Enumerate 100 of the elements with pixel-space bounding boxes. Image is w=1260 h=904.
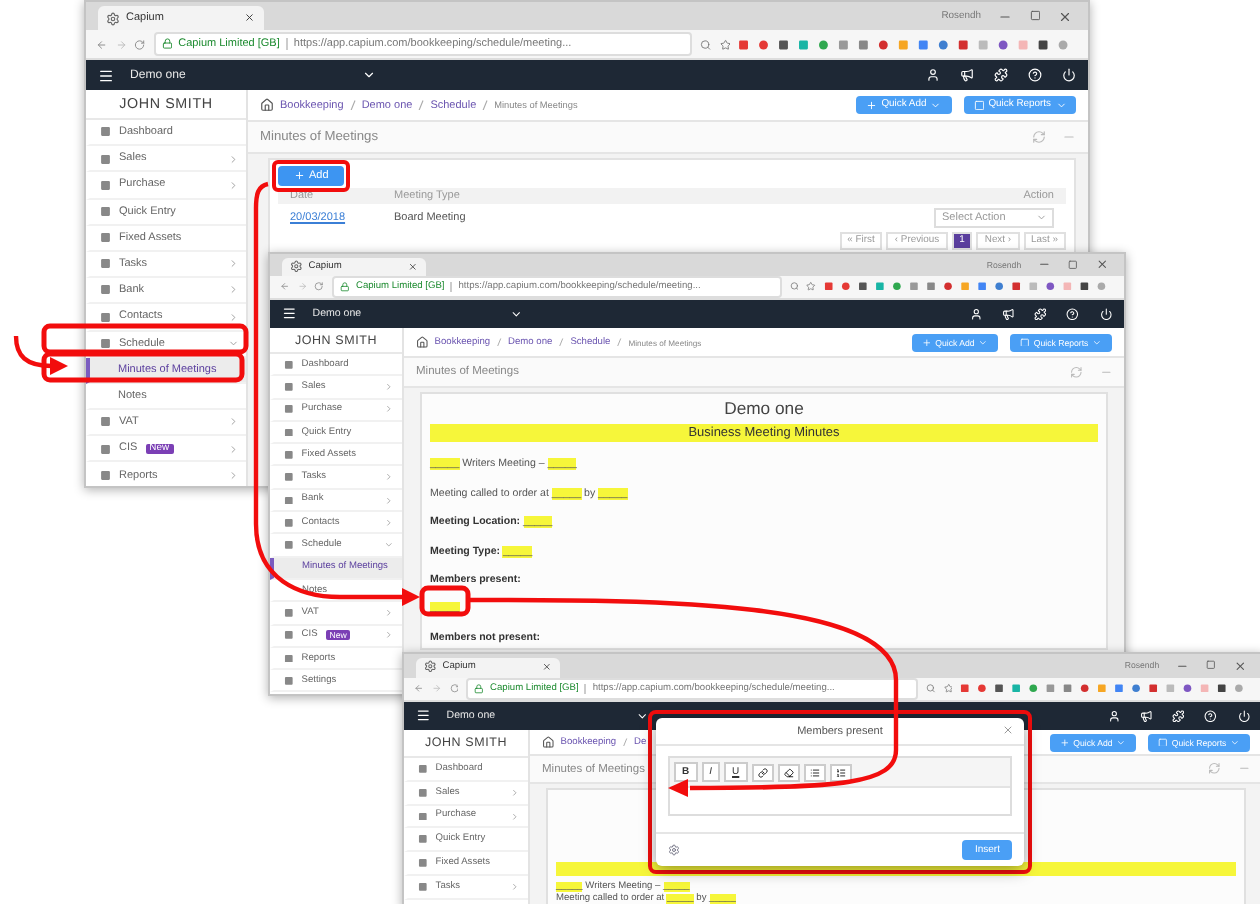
list-button[interactable] — [803, 763, 826, 781]
megaphone-icon[interactable] — [1139, 709, 1153, 723]
close-icon[interactable] — [1233, 659, 1246, 672]
maximize-icon[interactable] — [1067, 260, 1078, 270]
user-icon[interactable] — [1107, 709, 1120, 723]
square-icon — [100, 311, 111, 323]
square-icon — [418, 881, 428, 892]
square-icon — [284, 630, 294, 641]
list-icon — [809, 767, 820, 777]
maximize-icon[interactable] — [1205, 660, 1216, 671]
slash-icon — [496, 337, 503, 347]
search-icon[interactable] — [925, 682, 936, 695]
square-icon — [284, 495, 294, 505]
lock-icon — [161, 38, 173, 50]
slash-icon — [616, 337, 623, 347]
lock-icon — [340, 282, 350, 292]
maximize-icon[interactable] — [1029, 10, 1040, 22]
square-icon — [284, 382, 294, 392]
help-icon[interactable] — [1028, 68, 1042, 82]
square-icon — [1158, 737, 1168, 747]
favicon-icon — [106, 11, 120, 26]
caret-icon — [978, 337, 989, 347]
square-icon — [418, 858, 428, 868]
square-icon — [100, 469, 111, 481]
search-icon[interactable] — [700, 37, 712, 51]
square-icon — [284, 608, 294, 618]
help-icon[interactable] — [1204, 709, 1218, 723]
search-icon[interactable] — [789, 280, 799, 294]
gear-icon[interactable] — [668, 844, 680, 856]
puzzle-icon[interactable] — [1034, 307, 1047, 321]
square-icon — [284, 675, 294, 686]
star-icon[interactable] — [943, 682, 953, 695]
caret-icon — [1230, 737, 1240, 747]
square-icon — [418, 811, 428, 821]
square-icon — [284, 449, 294, 460]
slash-icon — [482, 99, 489, 111]
close-icon[interactable] — [1095, 258, 1108, 272]
star-icon[interactable] — [806, 280, 817, 294]
square-icon — [100, 337, 111, 349]
puzzle-icon[interactable] — [1172, 709, 1185, 723]
close-icon[interactable] — [1058, 9, 1072, 23]
slash-icon — [349, 99, 356, 111]
curved-arrow — [13, 335, 68, 375]
favicon-icon — [424, 660, 437, 674]
plus-icon — [294, 170, 305, 182]
square-icon — [100, 153, 111, 165]
lock-icon — [474, 683, 485, 694]
square-icon — [284, 653, 294, 663]
chevron-down-icon[interactable] — [509, 307, 522, 321]
caret-icon — [1092, 337, 1102, 347]
square-icon — [100, 179, 111, 191]
square-icon — [418, 787, 428, 798]
plus-icon — [1059, 737, 1070, 747]
close-icon[interactable] — [408, 261, 418, 272]
square-icon — [284, 517, 294, 528]
home-icon[interactable] — [260, 98, 274, 112]
caret-icon — [1116, 737, 1127, 747]
megaphone-icon[interactable] — [1001, 307, 1015, 321]
reload-icon[interactable] — [134, 37, 146, 51]
square-icon — [100, 284, 111, 296]
eraser-button[interactable] — [777, 763, 800, 781]
power-icon[interactable] — [1099, 307, 1112, 321]
chevron-down-icon[interactable] — [635, 709, 648, 723]
caret-icon — [930, 99, 942, 111]
link-icon — [757, 767, 768, 777]
plus-icon — [866, 99, 878, 111]
menu-icon[interactable] — [98, 67, 114, 83]
home-icon[interactable] — [542, 735, 555, 749]
user-icon[interactable] — [969, 307, 982, 321]
home-icon[interactable] — [416, 335, 429, 349]
square-icon — [284, 427, 294, 437]
square-icon — [100, 232, 111, 244]
chevron-down-icon — [1035, 212, 1046, 224]
chevron-down-icon[interactable] — [361, 68, 376, 82]
power-icon[interactable] — [1237, 709, 1250, 723]
help-icon[interactable] — [1066, 307, 1080, 321]
square-icon — [1020, 337, 1030, 347]
square-icon — [973, 99, 985, 111]
megaphone-icon[interactable] — [960, 68, 974, 82]
plus-icon — [921, 337, 932, 347]
power-icon[interactable] — [1062, 68, 1076, 82]
caret-icon — [1055, 99, 1066, 111]
numbered-list-button[interactable] — [829, 763, 852, 781]
square-icon — [284, 404, 294, 415]
square-icon — [100, 416, 111, 428]
square-icon — [418, 834, 428, 845]
menu-icon[interactable] — [282, 306, 297, 322]
square-icon — [100, 126, 111, 138]
square-icon — [100, 205, 111, 217]
square-icon — [284, 540, 294, 550]
highlight-frame — [419, 585, 471, 617]
menu-icon[interactable] — [416, 708, 431, 724]
numbered-list-icon — [835, 767, 846, 777]
star-icon[interactable] — [719, 37, 731, 51]
document-title: Demo one — [722, 398, 806, 418]
square-icon — [284, 359, 294, 370]
user-icon[interactable] — [926, 68, 940, 82]
link-button[interactable] — [751, 763, 774, 781]
close-icon[interactable] — [542, 662, 552, 673]
puzzle-icon[interactable] — [994, 68, 1008, 82]
